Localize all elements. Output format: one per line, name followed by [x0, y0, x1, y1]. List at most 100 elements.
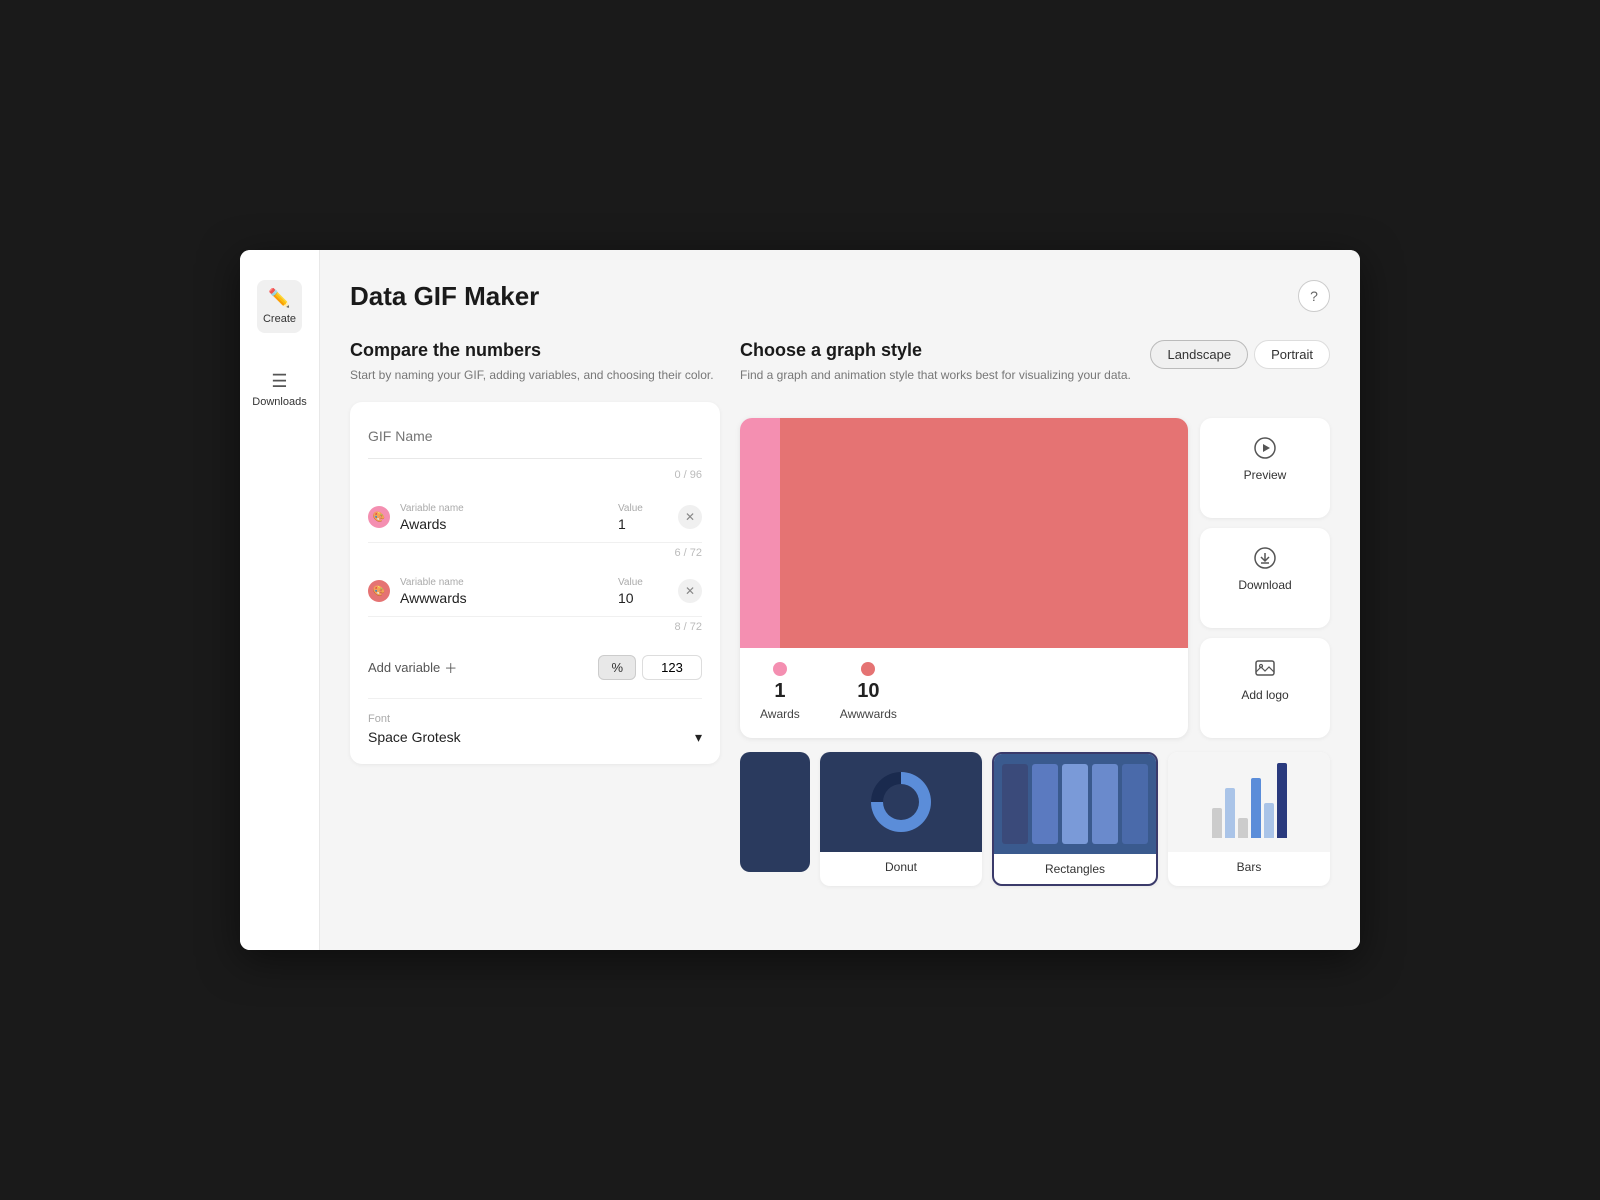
- bar-small-4: [1251, 778, 1261, 838]
- bar-small-5: [1264, 803, 1274, 838]
- action-buttons: Preview Download: [1200, 418, 1330, 738]
- variable-1-name-value[interactable]: Awards: [400, 516, 608, 532]
- variable-2-fields: Variable name Awwwards: [400, 577, 608, 606]
- variable-1-value[interactable]: 1: [618, 516, 668, 532]
- graph-bars: [740, 418, 1188, 648]
- left-panel-title: Compare the numbers: [350, 340, 720, 361]
- create-icon: ✏️: [268, 288, 290, 309]
- right-panel: Choose a graph style Find a graph and an…: [740, 340, 1330, 886]
- sidebar: ✏️ Create ☰ Downloads: [240, 250, 320, 950]
- preview-label: Preview: [1244, 468, 1287, 482]
- donut-hole: [883, 784, 919, 820]
- legend-dot-2: [861, 662, 875, 676]
- variable-2-name-label: Variable name: [400, 577, 608, 588]
- right-panel-title: Choose a graph style: [740, 340, 1131, 361]
- orientation-buttons: Landscape Portrait: [1150, 340, 1330, 369]
- rect-3: [1062, 764, 1088, 844]
- preview-icon: [1253, 436, 1277, 460]
- legend-name-1: Awards: [760, 707, 800, 721]
- bars-label: Bars: [1168, 852, 1330, 882]
- rect-4: [1092, 764, 1118, 844]
- variables-card: 0 / 96 🎨 Variable name Awards Value 1: [350, 402, 720, 764]
- style-card-rectangles[interactable]: Rectangles: [992, 752, 1158, 886]
- bar-small-3: [1238, 818, 1248, 838]
- font-row: Font Space Grotesk ▾: [368, 698, 702, 746]
- add-variable-label: Add variable: [368, 660, 440, 675]
- style-card-partial[interactable]: [740, 752, 810, 872]
- variable-row-2: 🎨 Variable name Awwwards Value 10 ✕: [368, 567, 702, 617]
- variable-2-char-count: 8 / 72: [368, 617, 702, 641]
- left-panel-subtitle: Start by naming your GIF, adding variabl…: [350, 367, 720, 384]
- variable-2-remove-btn[interactable]: ✕: [678, 579, 702, 603]
- gif-name-char-count: 0 / 96: [368, 469, 702, 481]
- variable-2-value-label: Value: [618, 577, 668, 588]
- bar-small-6: [1277, 763, 1287, 838]
- variable-1-value-label: Value: [618, 503, 668, 514]
- sidebar-item-downloads-label: Downloads: [252, 396, 306, 408]
- font-label: Font: [368, 713, 702, 725]
- download-card[interactable]: Download: [1200, 528, 1330, 628]
- format-percent-btn[interactable]: %: [598, 655, 636, 680]
- rectangles-label: Rectangles: [994, 854, 1156, 884]
- rectangles-thumbnail: [994, 754, 1156, 854]
- bar-pink: [740, 418, 780, 648]
- variable-1-name-label: Variable name: [400, 503, 608, 514]
- format-toggle: %: [598, 655, 702, 680]
- sidebar-item-create-label: Create: [263, 313, 296, 325]
- right-panel-subtitle: Find a graph and animation style that wo…: [740, 367, 1131, 384]
- graph-preview: 1 Awards 10 Awwwards: [740, 418, 1188, 738]
- preview-section: 1 Awards 10 Awwwards: [740, 418, 1330, 738]
- variable-1-char-count: 6 / 72: [368, 543, 702, 567]
- rect-5: [1122, 764, 1148, 844]
- legend-dot-1: [773, 662, 787, 676]
- variable-1-color[interactable]: 🎨: [368, 506, 390, 528]
- content-columns: Compare the numbers Start by naming your…: [350, 340, 1330, 886]
- variable-2-name-value[interactable]: Awwwards: [400, 590, 608, 606]
- downloads-icon: ☰: [271, 371, 287, 392]
- variable-2-color[interactable]: 🎨: [368, 580, 390, 602]
- sidebar-item-downloads[interactable]: ☰ Downloads: [246, 363, 312, 416]
- font-select[interactable]: Space Grotesk ▾: [368, 729, 702, 746]
- font-dropdown-icon: ▾: [695, 729, 702, 746]
- main-content: Data GIF Maker ? Compare the numbers Sta…: [320, 250, 1360, 950]
- variable-1-fields: Variable name Awards: [400, 503, 608, 532]
- variable-2-color-icon: 🎨: [373, 586, 385, 597]
- download-label: Download: [1238, 578, 1291, 592]
- bars-thumbnail: [1168, 752, 1330, 852]
- variable-1-color-icon: 🎨: [373, 512, 385, 523]
- page-header: Data GIF Maker ?: [350, 280, 1330, 312]
- legend-item-1: 1 Awards: [760, 662, 800, 721]
- landscape-btn[interactable]: Landscape: [1150, 340, 1248, 369]
- add-variable-button[interactable]: Add variable ＋: [368, 658, 457, 677]
- rect-1: [1002, 764, 1028, 844]
- format-value-input[interactable]: [642, 655, 702, 680]
- add-logo-label: Add logo: [1241, 688, 1288, 702]
- portrait-btn[interactable]: Portrait: [1254, 340, 1330, 369]
- add-logo-icon: [1253, 656, 1277, 680]
- bar-small-2: [1225, 788, 1235, 838]
- donut-ring: [871, 772, 931, 832]
- variable-2-value[interactable]: 10: [618, 590, 668, 606]
- add-variable-plus-icon: ＋: [444, 658, 457, 677]
- preview-card[interactable]: Preview: [1200, 418, 1330, 518]
- variable-1-remove-btn[interactable]: ✕: [678, 505, 702, 529]
- variable-2-value-group: Value 10: [618, 577, 668, 606]
- page-title: Data GIF Maker: [350, 281, 539, 312]
- font-value: Space Grotesk: [368, 729, 461, 745]
- graph-styles-row: Donut Rectangles: [740, 752, 1330, 886]
- bar-red: [780, 418, 1188, 648]
- donut-label: Donut: [820, 852, 982, 882]
- left-panel: Compare the numbers Start by naming your…: [350, 340, 720, 886]
- style-card-donut[interactable]: Donut: [820, 752, 982, 886]
- download-icon: [1253, 546, 1277, 570]
- legend-value-2: 10: [857, 680, 879, 703]
- bar-small-1: [1212, 808, 1222, 838]
- right-panel-title-group: Choose a graph style Find a graph and an…: [740, 340, 1131, 402]
- add-logo-card[interactable]: Add logo: [1200, 638, 1330, 738]
- legend-name-2: Awwwards: [840, 707, 897, 721]
- style-card-bars[interactable]: Bars: [1168, 752, 1330, 886]
- help-button[interactable]: ?: [1298, 280, 1330, 312]
- sidebar-item-create[interactable]: ✏️ Create: [257, 280, 302, 333]
- gif-name-input[interactable]: [368, 420, 702, 459]
- rect-2: [1032, 764, 1058, 844]
